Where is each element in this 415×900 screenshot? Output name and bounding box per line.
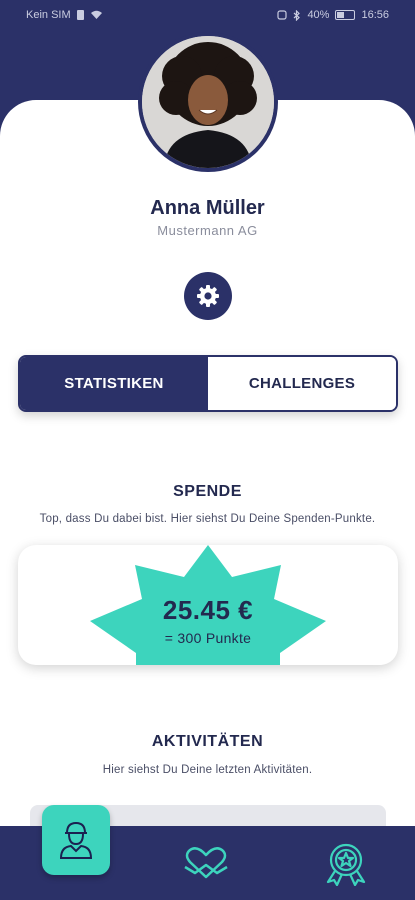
avatar <box>138 32 278 172</box>
settings-button[interactable] <box>184 272 232 320</box>
activities-title: AKTIVITÄTEN <box>151 733 264 750</box>
company-name: Mustermann AG <box>157 223 258 238</box>
nfc-icon <box>277 10 288 20</box>
donation-points: = 300 Punkte <box>164 630 252 646</box>
gear-icon <box>197 285 219 307</box>
sim-icon <box>76 10 84 20</box>
donation-title: SPENDE <box>173 483 242 500</box>
battery-percent: 40% <box>307 9 330 21</box>
carrier-text: Kein SIM <box>26 9 71 21</box>
tab-statistiken[interactable]: STATISTIKEN <box>20 357 208 410</box>
bluetooth-icon <box>294 9 301 21</box>
activities-subtitle: Hier siehst Du Deine letzten Aktivitäten… <box>102 764 313 776</box>
wifi-icon <box>90 10 102 19</box>
donation-amount: 25.45 € <box>162 595 254 625</box>
nav-donate-button[interactable] <box>180 840 232 886</box>
profile-icon <box>59 821 93 859</box>
avatar-portrait <box>142 36 274 168</box>
donation-subtitle: Top, dass Du dabei bist. Hier siehst Du … <box>39 513 376 525</box>
clock: 16:56 <box>361 9 389 21</box>
user-name: Anna Müller <box>150 197 265 219</box>
nav-awards-button[interactable] <box>320 840 372 886</box>
status-bar: Kein SIM 40% 16:56 <box>0 0 415 30</box>
tab-bar: STATISTIKEN CHALLENGES <box>18 355 398 412</box>
nav-profile-button[interactable] <box>42 805 110 875</box>
status-left: Kein SIM <box>26 9 103 21</box>
heart-hands-icon <box>184 847 228 879</box>
battery-icon <box>335 10 356 20</box>
award-badge-icon <box>326 843 366 886</box>
status-right: 40% 16:56 <box>277 9 389 21</box>
tab-challenges[interactable]: CHALLENGES <box>208 357 396 410</box>
donation-card: 25.45 € = 300 Punkte <box>18 545 398 665</box>
